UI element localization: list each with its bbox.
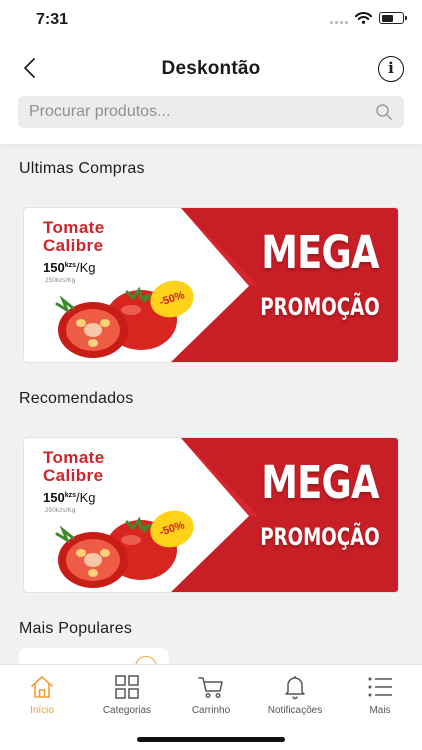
- tab-label: Início: [30, 705, 54, 716]
- promo-banner[interactable]: Tomate Calibre 150kzs/Kg 250kzs/Kg -50% …: [23, 437, 399, 593]
- product-name-line2: Calibre: [43, 466, 104, 485]
- status-time: 7:31: [36, 11, 69, 28]
- status-bar: 7:31: [0, 0, 422, 44]
- bell-icon: [285, 676, 305, 700]
- tab-categorias[interactable]: Categorias: [85, 665, 169, 725]
- product-name: Tomate: [43, 218, 105, 237]
- product-price: 150kzs/Kg: [43, 260, 96, 275]
- page-title: Deskontão: [161, 58, 261, 79]
- battery-level: [381, 14, 393, 22]
- tab-label: Notificações: [267, 705, 323, 716]
- battery-icon: [379, 12, 407, 24]
- grid-icon: [115, 675, 139, 699]
- product-name: Tomate: [43, 448, 105, 467]
- tab-notificacoes[interactable]: Notificações: [253, 665, 337, 725]
- tab-inicio[interactable]: Início: [0, 665, 84, 725]
- promo-headline: MEGA: [261, 226, 379, 279]
- old-price: 250kzs/Kg: [45, 507, 76, 514]
- home-icon: [31, 676, 53, 698]
- section-title-recomendados: Recomendados: [19, 390, 134, 407]
- search-input[interactable]: [18, 96, 404, 128]
- tab-mais[interactable]: Mais: [338, 665, 422, 725]
- search-bar[interactable]: [18, 96, 404, 128]
- tab-label: Categorias: [102, 705, 152, 716]
- tab-label: Mais: [369, 705, 391, 716]
- section-title-mais-populares: Mais Populares: [19, 620, 133, 637]
- old-price: 250kzs/Kg: [45, 277, 76, 284]
- section-title-ultimas-compras: Ultimas Compras: [19, 160, 145, 177]
- home-indicator: [137, 737, 285, 742]
- search-icon[interactable]: [375, 103, 393, 121]
- tab-carrinho[interactable]: Carrinho: [169, 665, 253, 725]
- promo-subheadline: PROMOÇÃO: [260, 293, 380, 321]
- product-name-line2: Calibre: [43, 236, 104, 255]
- info-icon[interactable]: i: [378, 56, 404, 82]
- tab-label: Carrinho: [191, 705, 231, 716]
- promo-headline: MEGA: [261, 456, 379, 509]
- cart-icon: [198, 677, 223, 699]
- product-price: 150kzs/Kg: [43, 490, 96, 505]
- list-icon: [368, 677, 392, 697]
- signal-icon: [330, 12, 348, 24]
- wifi-icon: [355, 12, 372, 24]
- app-header: Deskontão i: [0, 44, 422, 144]
- promo-banner[interactable]: Tomate Calibre 150kzs/Kg 250kzs/Kg -50% …: [23, 207, 399, 363]
- promo-subheadline: PROMOÇÃO: [260, 523, 380, 551]
